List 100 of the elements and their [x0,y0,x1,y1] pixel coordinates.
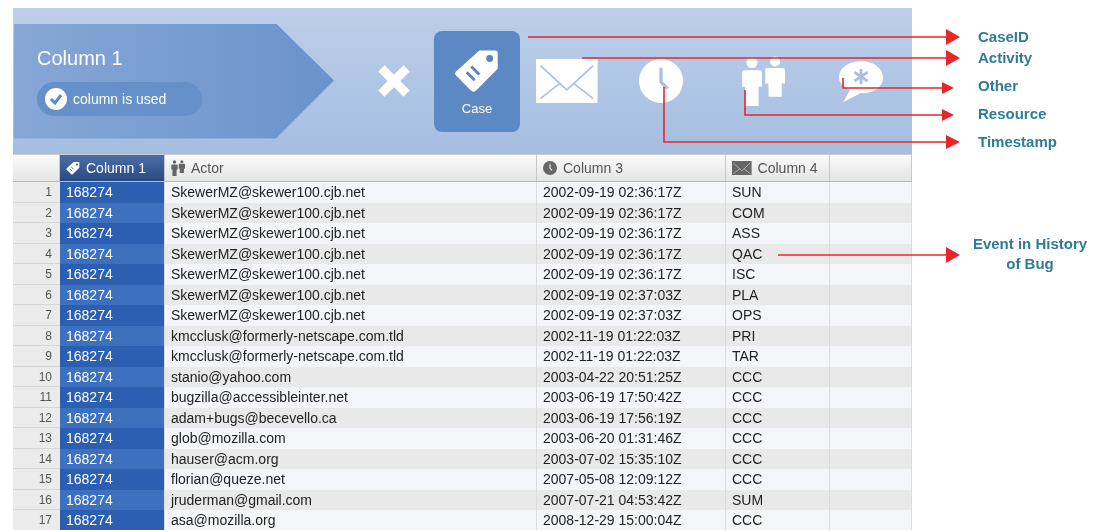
row-number: 1 [13,182,60,203]
speech-bubble-icon [839,59,883,103]
column-header[interactable]: Column 4 [726,155,830,181]
row-number: 8 [13,325,60,346]
table-cell: 2002-09-19 02:36:17Z [537,264,726,285]
table-cell: glob@mozilla.com [165,428,537,449]
annotation-label: CaseID [978,27,1029,47]
annotation-label: Resource [978,104,1047,124]
tag-icon [66,161,80,175]
row-number: 16 [13,489,60,510]
table-cell: 168274 [60,182,165,203]
table-cell: 2007-05-08 12:09:12Z [537,469,726,490]
table-cell: 168274 [60,305,165,326]
row-number: 10 [13,366,60,387]
table-cell: 168274 [60,284,165,305]
table-cell: CCC [726,469,830,490]
table-cell: SUM [726,489,830,510]
table-cell: 168274 [60,366,165,387]
table-cell: 168274 [60,407,165,428]
row-number: 15 [13,469,60,490]
table-cell: 168274 [60,325,165,346]
table-cell: PLA [726,284,830,305]
table-cell: 168274 [60,448,165,469]
annotation-label: Other [978,76,1018,96]
table-cell: 168274 [60,243,165,264]
table-cell: SkewerMZ@skewer100.cjb.net [165,284,537,305]
table-cell: 168274 [60,510,165,530]
envelope-icon [536,59,598,103]
table-cell: adam+bugs@becevello.ca [165,407,537,428]
table-cell: 2002-09-19 02:37:03Z [537,305,726,326]
table-cell: 2002-11-19 01:22:03Z [537,325,726,346]
table-cell: 168274 [60,489,165,510]
row-number: 9 [13,346,60,367]
envelope-icon [732,161,752,175]
row-number: 4 [13,243,60,264]
table-cell: florian@queze.net [165,469,537,490]
table-cell: hauser@acm.org [165,448,537,469]
row-number: 6 [13,284,60,305]
table-cell: 168274 [60,469,165,490]
table-cell: CCC [726,366,830,387]
table-cell: stanio@yahoo.com [165,366,537,387]
table-cell: jruderman@gmail.com [165,489,537,510]
table-cell: SkewerMZ@skewer100.cjb.net [165,223,537,244]
column-header[interactable]: Column 3 [537,155,726,181]
table-cell: CCC [726,428,830,449]
table-cell: CCC [726,407,830,428]
table-cell: SUN [726,182,830,203]
table-cell: 2002-09-19 02:36:17Z [537,182,726,203]
table-cell: 2008-12-29 15:00:04Z [537,510,726,530]
row-number: 12 [13,407,60,428]
table-cell: 2003-04-22 20:51:25Z [537,366,726,387]
table-cell: kmcclusk@formerly-netscape.com.tld [165,325,537,346]
table-cell: SkewerMZ@skewer100.cjb.net [165,305,537,326]
table-cell: TAR [726,346,830,367]
table-cell: SkewerMZ@skewer100.cjb.net [165,264,537,285]
clock-icon [543,161,557,175]
people-icon [171,159,185,177]
table-cell: 168274 [60,264,165,285]
table-cell: CCC [726,387,830,408]
table-cell: OPS [726,305,830,326]
row-number: 3 [13,223,60,244]
table-cell: 2002-09-19 02:37:03Z [537,284,726,305]
table-cell: ISC [726,264,830,285]
table-cell: 2002-11-19 01:22:03Z [537,346,726,367]
table-cell: 2003-07-02 15:35:10Z [537,448,726,469]
column-header[interactable]: Column 1 [60,155,165,181]
table-cell: asa@mozilla.org [165,510,537,530]
table-cell: 2007-07-21 04:53:42Z [537,489,726,510]
table-cell: 168274 [60,202,165,223]
table-cell: 2003-06-19 17:50:42Z [537,387,726,408]
row-number: 2 [13,202,60,223]
table-cell: SkewerMZ@skewer100.cjb.net [165,202,537,223]
column-header[interactable]: Actor [165,155,537,181]
table-cell: 2002-09-19 02:36:17Z [537,243,726,264]
table-cell: SkewerMZ@skewer100.cjb.net [165,182,537,203]
table-cell: 168274 [60,387,165,408]
row-number: 17 [13,510,60,530]
table-cell: SkewerMZ@skewer100.cjb.net [165,243,537,264]
table-cell: 2003-06-20 01:31:46Z [537,428,726,449]
table-cell: PRI [726,325,830,346]
table-cell: CCC [726,448,830,469]
annotation-label: Event in History of Bug [971,234,1089,274]
row-number: 7 [13,305,60,326]
table-cell: 168274 [60,346,165,367]
table-cell: kmcclusk@formerly-netscape.com.tld [165,346,537,367]
table-cell: 168274 [60,428,165,449]
column-title: Column 1 [37,46,124,70]
table-cell: bugzilla@accessibleinter.net [165,387,537,408]
table-cell: 2002-09-19 02:36:17Z [537,223,726,244]
row-number: 5 [13,264,60,285]
table-cell: ASS [726,223,830,244]
table-cell: 168274 [60,223,165,244]
table-cell: 2003-06-19 17:56:19Z [537,407,726,428]
annotation-label: Timestamp [978,132,1057,152]
row-number: 11 [13,387,60,408]
row-number: 14 [13,448,60,469]
table-cell: 2002-09-19 02:36:17Z [537,202,726,223]
table-cell: COM [726,202,830,223]
table-cell: CCC [726,510,830,530]
caseid-type-button[interactable]: Case [434,30,520,132]
